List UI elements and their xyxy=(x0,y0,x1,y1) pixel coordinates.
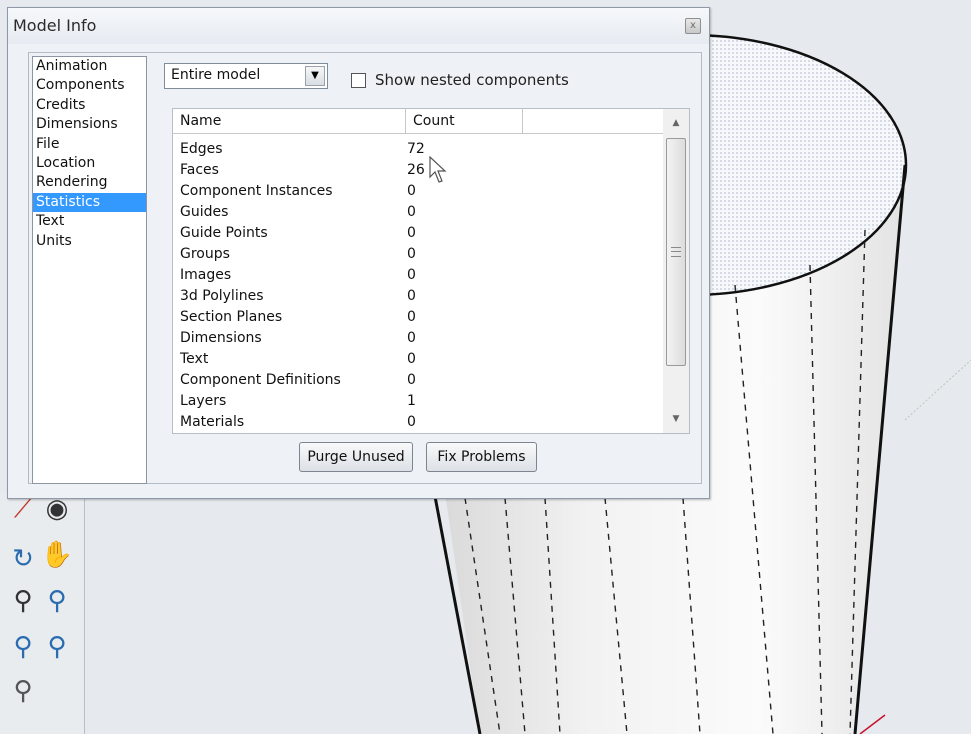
row-count: 0 xyxy=(407,309,416,325)
row-name: Guides xyxy=(180,204,229,220)
dropdown-arrow-icon[interactable]: ▼ xyxy=(305,66,325,86)
row-name: 3d Polylines xyxy=(180,288,264,304)
table-header: Name Count xyxy=(173,109,663,134)
scroll-down-icon[interactable]: ▼ xyxy=(663,409,689,429)
row-name: Component Definitions xyxy=(180,372,341,388)
row-name: Faces xyxy=(180,162,219,178)
row-name: Dimensions xyxy=(180,330,262,346)
nav-item-statistics[interactable]: Statistics xyxy=(33,192,146,213)
dialog-title: Model Info xyxy=(13,16,97,35)
row-count: 0 xyxy=(407,225,416,241)
row-name: Component Instances xyxy=(180,183,333,199)
dialog-titlebar[interactable]: Model Info x xyxy=(8,8,709,44)
nav-item-location[interactable]: Location xyxy=(33,154,146,173)
row-count: 0 xyxy=(407,372,416,388)
row-count: 0 xyxy=(407,267,416,283)
column-header-name[interactable]: Name xyxy=(173,109,406,133)
walk-tool-icon[interactable]: ⚲ xyxy=(8,676,38,706)
nav-item-file[interactable]: File xyxy=(33,135,146,154)
nav-item-units[interactable]: Units xyxy=(33,232,146,251)
row-count: 0 xyxy=(407,288,416,304)
category-list[interactable]: Animation Components Credits Dimensions … xyxy=(32,56,147,484)
row-name: Groups xyxy=(180,246,230,262)
scroll-up-icon[interactable]: ▲ xyxy=(663,113,689,133)
row-name: Edges xyxy=(180,141,223,157)
row-name: Text xyxy=(180,351,209,367)
grip-icon xyxy=(671,247,681,257)
mouse-cursor-icon xyxy=(429,155,447,183)
row-count: 0 xyxy=(407,183,416,199)
row-name: Materials xyxy=(180,414,245,430)
nav-item-dimensions[interactable]: Dimensions xyxy=(33,115,146,134)
tool-palette: ⟋ ◉ ↻ ✋ ⚲ ⚲ ⚲ ⚲ ⚲ xyxy=(0,492,85,734)
row-name: Section Planes xyxy=(180,309,283,325)
nav-item-rendering[interactable]: Rendering xyxy=(33,173,146,192)
zoom-window-icon[interactable]: ⚲ xyxy=(42,586,72,616)
row-count: 72 xyxy=(407,141,425,157)
scrollbar-thumb[interactable] xyxy=(666,138,686,366)
close-icon[interactable]: x xyxy=(685,18,701,34)
row-count: 0 xyxy=(407,246,416,262)
show-nested-checkbox[interactable] xyxy=(351,73,366,88)
purge-unused-button[interactable]: Purge Unused xyxy=(299,442,413,472)
row-count: 0 xyxy=(407,330,416,346)
column-header-count[interactable]: Count xyxy=(406,109,523,133)
zoom-extents-icon[interactable]: ⚲ xyxy=(8,632,38,662)
scope-dropdown-value: Entire model xyxy=(171,67,261,83)
nav-item-text[interactable]: Text xyxy=(33,212,146,231)
row-name: Guide Points xyxy=(180,225,268,241)
row-count: 1 xyxy=(407,393,416,409)
row-count: 0 xyxy=(407,414,416,430)
orbit-tool-icon[interactable]: ↻ xyxy=(8,544,38,574)
row-name: Layers xyxy=(180,393,227,409)
nav-item-animation[interactable]: Animation xyxy=(33,57,146,76)
row-count: 0 xyxy=(407,351,416,367)
row-count: 26 xyxy=(407,162,425,178)
row-count: 0 xyxy=(407,204,416,220)
pan-tool-icon[interactable]: ✋ xyxy=(41,540,73,570)
nav-item-credits[interactable]: Credits xyxy=(33,96,146,115)
zoom-tool-icon[interactable]: ⚲ xyxy=(8,586,38,616)
scope-dropdown[interactable]: Entire model ▼ xyxy=(164,63,328,89)
model-info-dialog: Model Info x Animation Components Credit… xyxy=(7,7,710,499)
nav-item-components[interactable]: Components xyxy=(33,76,146,95)
row-name: Images xyxy=(180,267,232,283)
table-scrollbar[interactable]: ▲ ▼ xyxy=(663,109,689,433)
fix-problems-button[interactable]: Fix Problems xyxy=(426,442,537,472)
previous-view-icon[interactable]: ⚲ xyxy=(42,632,72,662)
show-nested-label[interactable]: Show nested components xyxy=(375,71,569,89)
